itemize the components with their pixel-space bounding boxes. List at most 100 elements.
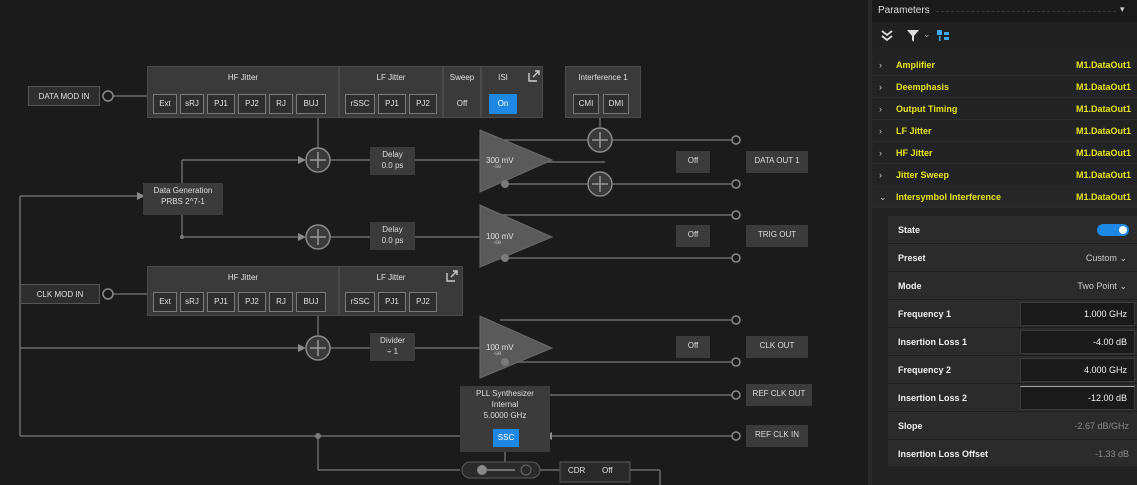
hf-buj-button-1[interactable]: BUJ (296, 94, 326, 114)
pll-ssc-button[interactable]: SSC (493, 429, 519, 447)
group-amplifier[interactable]: › Amplifier M1.DataOut1 (872, 54, 1137, 76)
hf-srj-button-1[interactable]: sRJ (180, 94, 204, 114)
hf-pj1-button-1[interactable]: PJ1 (207, 94, 235, 114)
toggle-knob (1119, 226, 1127, 234)
hf-pj2-button-2[interactable]: PJ2 (238, 292, 266, 312)
group-name: HF Jitter (896, 148, 933, 158)
collapse-all-icon[interactable] (880, 29, 894, 43)
delay-box-1[interactable]: Delay 0.0 ps (370, 147, 415, 175)
group-jitter-sweep[interactable]: › Jitter Sweep M1.DataOut1 (872, 164, 1137, 186)
hf-pj1-button-2[interactable]: PJ1 (207, 292, 235, 312)
hf-ext-button-2[interactable]: Ext (153, 292, 177, 312)
hf-pj2-button-1[interactable]: PJ2 (238, 94, 266, 114)
dropdown-icon[interactable]: ▾ (1120, 4, 1125, 15)
filter-dropdown-icon[interactable]: ⌄ (923, 29, 931, 40)
filter-icon[interactable] (906, 29, 920, 43)
lf-pj2-button-2[interactable]: PJ2 (409, 292, 437, 312)
hf-srj-button-2[interactable]: sRJ (180, 292, 204, 312)
trig-out-label[interactable]: TRIG OUT (746, 225, 808, 247)
expand-icon-isi[interactable] (528, 70, 540, 82)
delay-title-2: Delay (382, 225, 403, 234)
clk-out-label[interactable]: CLK OUT (746, 336, 808, 358)
chevron-right-icon: › (879, 104, 882, 114)
data-mod-in-box[interactable]: DATA MOD IN (28, 86, 100, 106)
delay-value-2: 0.0 ps (381, 236, 404, 245)
lf-pj1-button-2[interactable]: PJ1 (378, 292, 406, 312)
panel-toolbar: ⌄ (872, 22, 1137, 50)
mode-select[interactable]: Two Point ⌄ (1077, 281, 1127, 292)
chevron-down-icon: ⌄ (879, 192, 887, 202)
param-preset[interactable]: Preset Custom ⌄ (888, 244, 1137, 272)
data-generation-box[interactable]: Data Generation PRBS 2^7-1 (143, 183, 223, 215)
cdr-label: CDR (568, 466, 586, 475)
data-out-off-button[interactable]: Off (676, 151, 710, 173)
param-slope: Slope -2.67 dB/GHz (888, 412, 1137, 440)
sweep-title: Sweep (449, 73, 475, 82)
clk-mod-in-box[interactable]: CLK MOD IN (20, 284, 100, 304)
block-diagram-canvas: DATA MOD IN HF Jitter Ext sRJ PJ1 PJ2 RJ… (0, 0, 868, 485)
state-toggle[interactable] (1097, 224, 1129, 236)
tree-view-icon[interactable] (936, 29, 950, 43)
data-out-1-label[interactable]: DATA OUT 1 (746, 151, 808, 173)
hf-rj-button-2[interactable]: RJ (269, 292, 293, 312)
preset-value: Custom (1085, 253, 1117, 263)
insertion-loss-2-field[interactable]: -12.00 dB (1020, 386, 1135, 410)
param-label: Insertion Loss 1 (898, 337, 968, 347)
panel-header: Parameters ▾ (872, 0, 1137, 22)
group-lf-jitter[interactable]: › LF Jitter M1.DataOut1 (872, 120, 1137, 142)
data-generation-title: Data Generation (153, 186, 213, 195)
group-hf-jitter[interactable]: › HF Jitter M1.DataOut1 (872, 142, 1137, 164)
app-root: DATA MOD IN HF Jitter Ext sRJ PJ1 PJ2 RJ… (0, 0, 1137, 485)
group-value: M1.DataOut1 (1075, 126, 1131, 136)
group-value: M1.DataOut1 (1075, 148, 1131, 158)
amp-sub-2: -se (493, 240, 502, 246)
chevron-right-icon: › (879, 148, 882, 158)
clk-mod-in-label: CLK MOD IN (36, 290, 84, 299)
parameters-panel: Parameters ▾ ⌄ › Amplifier M1.DataOut1 › De… (872, 0, 1137, 485)
chevron-right-icon: › (879, 60, 882, 70)
chevron-down-icon: ⌄ (1119, 253, 1127, 263)
divider-value: ÷ 1 (386, 347, 399, 356)
lf-jitter-title-2: LF Jitter (376, 273, 406, 282)
divider-title: Divider (380, 336, 405, 345)
sweep-button[interactable]: Off (443, 99, 481, 108)
group-output-timing[interactable]: › Output Timing M1.DataOut1 (872, 98, 1137, 120)
frequency-1-field[interactable]: 1.000 GHz (1020, 302, 1135, 326)
cmi-button[interactable]: CMI (573, 94, 599, 114)
hf-rj-button-1[interactable]: RJ (269, 94, 293, 114)
param-mode[interactable]: Mode Two Point ⌄ (888, 272, 1137, 300)
group-name: Jitter Sweep (896, 170, 950, 180)
clk-out-off-button[interactable]: Off (676, 336, 710, 358)
isi-on-button[interactable]: On (489, 94, 517, 114)
lf-pj1-button-1[interactable]: PJ1 (378, 94, 406, 114)
group-name: LF Jitter (896, 126, 932, 136)
pll-frequency: 5.0000 GHz (483, 411, 527, 420)
expand-icon-lf-2[interactable] (446, 270, 458, 282)
trig-out-off-button[interactable]: Off (676, 225, 710, 247)
dmi-button[interactable]: DMI (603, 94, 629, 114)
lf-rssc-button-1[interactable]: rSSC (345, 94, 375, 114)
panel-title: Parameters (878, 5, 930, 16)
param-insertion-loss-offset: Insertion Loss Offset -1.33 dB (888, 440, 1137, 468)
param-label: Frequency 2 (898, 365, 952, 375)
frequency-2-field[interactable]: 4.000 GHz (1020, 358, 1135, 382)
isi-title: ISI (498, 73, 508, 82)
hf-buj-button-2[interactable]: BUJ (296, 292, 326, 312)
cdr-value[interactable]: Off (602, 466, 613, 475)
amp-sub-3: -se (493, 351, 502, 357)
mode-value: Two Point (1077, 281, 1117, 291)
group-name: Amplifier (896, 60, 936, 70)
ref-clk-out-label[interactable]: REF CLK OUT (746, 384, 812, 406)
hf-ext-button-1[interactable]: Ext (153, 94, 177, 114)
group-value: M1.DataOut1 (1075, 82, 1131, 92)
ref-clk-in-label[interactable]: REF CLK IN (746, 425, 808, 447)
param-label: Preset (898, 253, 926, 263)
insertion-loss-1-field[interactable]: -4.00 dB (1020, 330, 1135, 354)
divider-box[interactable]: Divider ÷ 1 (370, 333, 415, 361)
group-deemphasis[interactable]: › Deemphasis M1.DataOut1 (872, 76, 1137, 98)
group-intersymbol-interference[interactable]: ⌄ Intersymbol Interference M1.DataOut1 (872, 186, 1137, 208)
lf-pj2-button-1[interactable]: PJ2 (409, 94, 437, 114)
preset-select[interactable]: Custom ⌄ (1086, 253, 1127, 264)
lf-rssc-button-2[interactable]: rSSC (345, 292, 375, 312)
delay-box-2[interactable]: Delay 0.0 ps (370, 222, 415, 250)
